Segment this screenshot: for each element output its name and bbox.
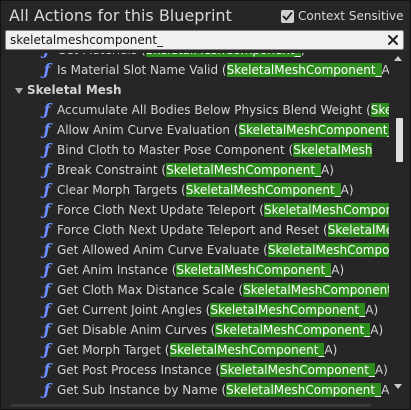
- function-icon: ƒ: [43, 160, 51, 179]
- action-name-suffix: A): [374, 363, 388, 377]
- search-match-highlight: SkeletalMeshComponent_: [226, 383, 382, 397]
- action-item-label: Accumulate All Bodies Below Physics Blen…: [57, 100, 389, 120]
- close-icon: [388, 35, 398, 45]
- search-match-highlight: SkeletalMeshComponent_: [145, 53, 301, 57]
- context-sensitive-toggle[interactable]: Context Sensitive: [281, 9, 410, 23]
- function-icon: ƒ: [41, 53, 53, 60]
- search-match-highlight: SkeletalMeshComponent_: [243, 283, 389, 297]
- search-match-highlight: SkeletalMeshCompon: [264, 203, 389, 217]
- action-name-suffix: A): [381, 383, 389, 397]
- function-icon: ƒ: [43, 60, 51, 79]
- action-item-label: Get Sub Instance by Name (SkeletalMeshCo…: [57, 380, 389, 400]
- horizontal-scrollbar-thumb[interactable]: [11, 404, 371, 407]
- function-icon: ƒ: [43, 220, 51, 239]
- function-icon: ƒ: [43, 120, 51, 139]
- action-name-suffix: A): [370, 323, 384, 337]
- action-item-label: Force Cloth Next Update Teleport (Skelet…: [57, 200, 389, 220]
- action-item-label: Get Post Process Instance (SkeletalMeshC…: [57, 360, 388, 380]
- search-match-highlight: Skel: [370, 103, 389, 117]
- search-match-highlight: SkeletalMeshComponent: [267, 243, 389, 257]
- action-name: Is Material Slot Name Valid (: [57, 63, 227, 77]
- context-sensitive-checkbox[interactable]: [281, 9, 294, 23]
- search-match-highlight: SkeletalMeshComponent_: [215, 323, 371, 337]
- horizontal-scrollbar[interactable]: [1, 404, 389, 408]
- function-icon: ƒ: [43, 240, 51, 259]
- action-name: Clear Morph Targets (: [57, 183, 186, 197]
- action-name: Allow Anim Curve Evaluation (: [57, 123, 239, 137]
- search-match-highlight: SkeletalMeshComponent_: [220, 363, 375, 377]
- action-item-label: Clear Morph Targets (SkeletalMeshCompone…: [57, 180, 354, 200]
- action-item-label: Get Morph Target (SkeletalMeshComponent_…: [57, 340, 337, 360]
- action-item-label: Allow Anim Curve Evaluation (SkeletalMes…: [57, 120, 389, 140]
- search-match-highlight: SkeletalMeshComponent_: [176, 263, 332, 277]
- scrollbar-thumb[interactable]: [396, 118, 403, 162]
- search-match-highlight: SkeletalMesh: [293, 143, 373, 157]
- action-name-suffix: A): [331, 263, 345, 277]
- scroll-up-arrow-icon[interactable]: [394, 56, 402, 61]
- action-menu-header: All Actions for this Blueprint Context S…: [1, 1, 410, 30]
- action-name: Get Allowed Anim Curve Evaluate (: [57, 243, 268, 257]
- search-match-highlight: SkeletalMeshComponent_: [238, 123, 389, 137]
- function-icon: ƒ: [43, 380, 51, 399]
- action-name-suffix: A): [365, 303, 379, 317]
- action-menu-panel: All Actions for this Blueprint Context S…: [0, 0, 411, 410]
- action-item-label: Get Allowed Anim Curve Evaluate (Skeleta…: [57, 240, 389, 260]
- action-item-label: Get Anim Instance (SkeletalMeshComponent…: [57, 260, 344, 280]
- function-icon: ƒ: [43, 100, 51, 119]
- action-name: Get Materials (: [57, 53, 146, 57]
- function-icon: ƒ: [43, 260, 51, 279]
- action-name: Force Cloth Next Update Teleport and Res…: [57, 223, 328, 237]
- function-icon: ƒ: [43, 340, 51, 359]
- function-icon: ƒ: [43, 280, 51, 299]
- function-icon: ƒ: [43, 200, 51, 219]
- action-name: Get Anim Instance (: [57, 263, 177, 277]
- action-name-suffix: ): [301, 53, 306, 57]
- checkmark-icon: [282, 11, 293, 20]
- action-name: Bind Cloth to Master Pose Component (: [57, 143, 294, 157]
- function-icon: ƒ: [43, 320, 51, 339]
- search-match-highlight: SkeletalMeshComponent_: [185, 183, 341, 197]
- action-name: Get Sub Instance by Name (: [57, 383, 227, 397]
- action-name: Get Post Process Instance (: [57, 363, 220, 377]
- function-icon: ƒ: [43, 180, 51, 199]
- action-name: Get Current Joint Angles (: [57, 303, 211, 317]
- scroll-down-arrow-icon[interactable]: [394, 384, 402, 389]
- search-match-highlight: SkeletalMeshComponent_: [169, 343, 325, 357]
- category-skeletal-mesh[interactable]: Skeletal Mesh: [15, 81, 122, 99]
- panel-title: All Actions for this Blueprint: [9, 6, 232, 25]
- vertical-scrollbar[interactable]: [391, 53, 405, 409]
- action-name: Break Constraint (: [57, 163, 167, 177]
- action-item-label: Get Current Joint Angles (SkeletalMeshCo…: [57, 300, 378, 320]
- function-icon: ƒ: [43, 360, 51, 379]
- category-label: Skeletal Mesh: [27, 83, 122, 97]
- action-item-label: Get Cloth Max Distance Scale (SkeletalMe…: [57, 280, 389, 300]
- expand-arrow-icon[interactable]: [15, 87, 23, 94]
- action-item-label: Bind Cloth to Master Pose Component (Ske…: [57, 140, 373, 160]
- function-icon: ƒ: [43, 140, 51, 159]
- action-name-suffix: A): [340, 183, 354, 197]
- search-match-highlight: SkeletalMeshComponent_: [166, 163, 322, 177]
- search-match-highlight: SkeletalMeshComponent_: [210, 303, 366, 317]
- action-name: Get Disable Anim Curves (: [57, 323, 216, 337]
- search-input-value[interactable]: skeletalmeshcomponent_: [10, 33, 163, 47]
- action-item-label: Force Cloth Next Update Teleport and Res…: [57, 220, 389, 240]
- action-name-suffix: A): [324, 343, 338, 357]
- action-item-label: Break Constraint (SkeletalMeshComponent_…: [57, 160, 334, 180]
- action-item-label: Is Material Slot Name Valid (SkeletalMes…: [57, 60, 389, 80]
- search-match-highlight: SkeletalMeshComponent_: [226, 63, 382, 77]
- action-item-label: Get Disable Anim Curves (SkeletalMeshCom…: [57, 320, 383, 340]
- action-name: Force Cloth Next Update Teleport (: [57, 203, 264, 217]
- action-name-suffix: A): [321, 163, 334, 177]
- action-item-label: Get Materials (SkeletalMeshComponent_): [57, 53, 305, 60]
- action-name-suffix: A): [381, 63, 389, 77]
- clear-search-button[interactable]: [386, 33, 400, 47]
- search-input[interactable]: skeletalmeshcomponent_: [5, 30, 404, 50]
- search-match-highlight: SkeletalMes: [327, 223, 389, 237]
- action-name: Get Cloth Max Distance Scale (: [57, 283, 244, 297]
- action-tree: ƒGet Materials (SkeletalMeshComponent_)ƒ…: [1, 53, 389, 409]
- context-sensitive-label: Context Sensitive: [298, 9, 404, 23]
- action-name: Accumulate All Bodies Below Physics Blen…: [57, 103, 371, 117]
- function-icon: ƒ: [43, 300, 51, 319]
- action-name: Get Morph Target (: [57, 343, 170, 357]
